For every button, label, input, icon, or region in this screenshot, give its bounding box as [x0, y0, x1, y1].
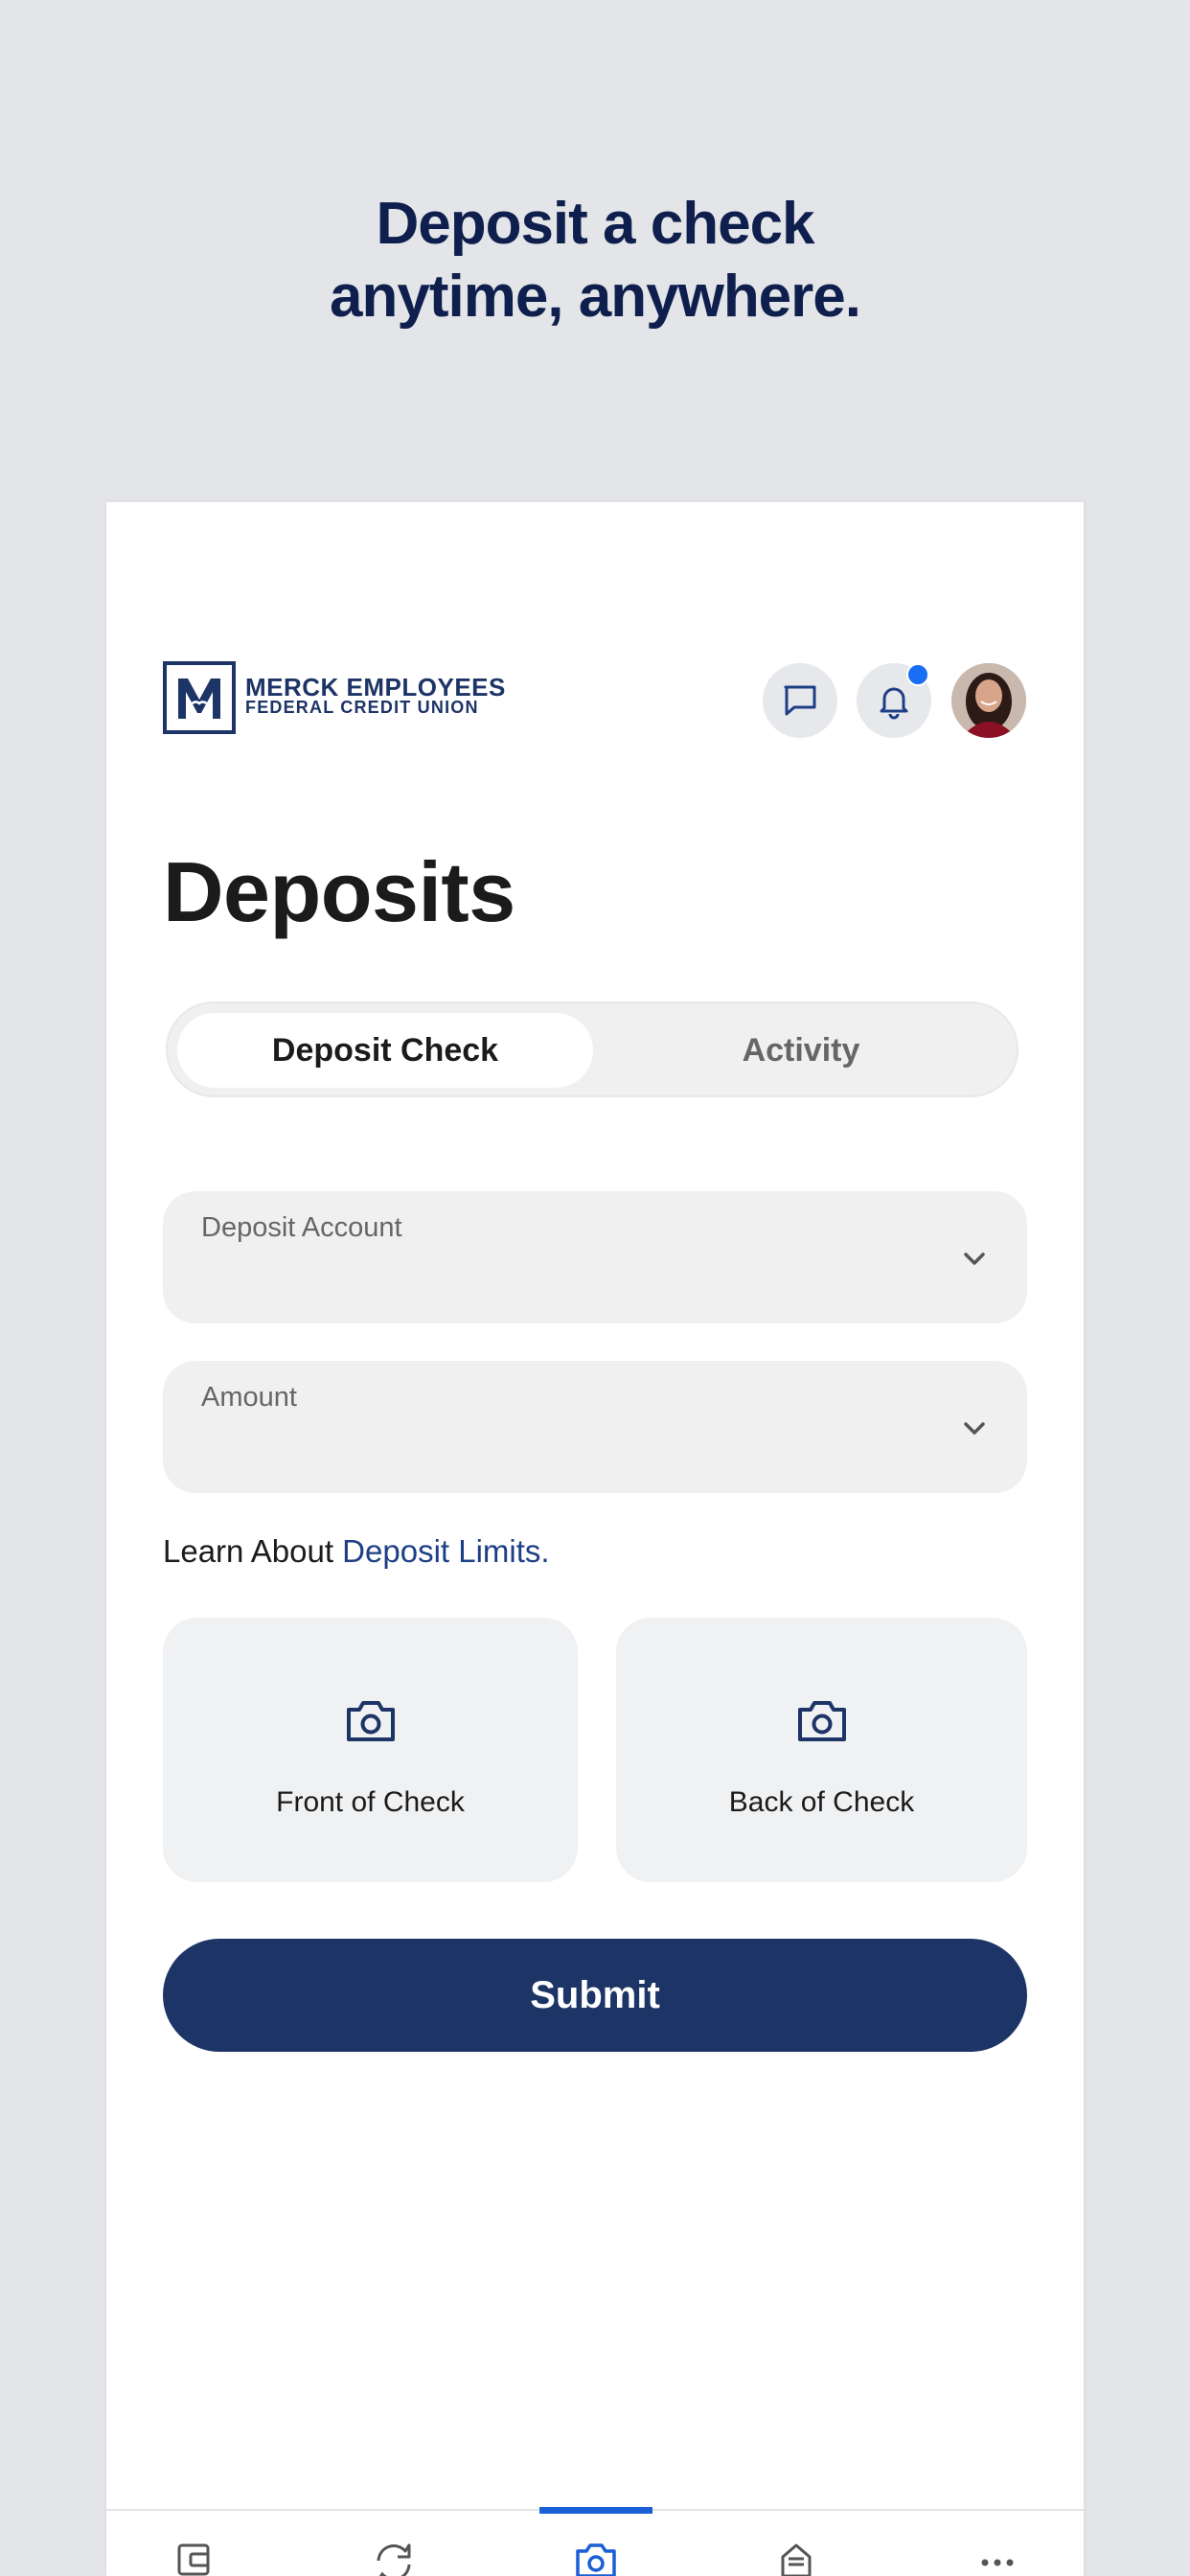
- promo-line-2: anytime, anywhere.: [329, 264, 861, 330]
- tab-deposit-check[interactable]: Deposit Check: [177, 1013, 593, 1088]
- nav-deposits[interactable]: [567, 2538, 625, 2576]
- logo-line-2: FEDERAL CREDIT UNION: [245, 698, 479, 717]
- bell-icon: [880, 687, 908, 720]
- app-screen: MERCK EMPLOYEES FEDERAL CREDIT UNION Dep…: [106, 502, 1084, 2576]
- promo-line-1: Deposit a check: [376, 191, 814, 257]
- front-of-check-button[interactable]: Front of Check: [163, 1618, 578, 1882]
- avatar[interactable]: [951, 663, 1026, 738]
- bottom-nav: [106, 2507, 1084, 2576]
- back-of-check-button[interactable]: Back of Check: [616, 1618, 1027, 1882]
- amount-label: Amount: [201, 1382, 297, 1413]
- deposit-limits-link[interactable]: Deposit Limits.: [342, 1533, 549, 1569]
- notifications-button[interactable]: [857, 663, 931, 738]
- brand-logo: MERCK EMPLOYEES FEDERAL CREDIT UNION: [163, 661, 506, 734]
- chevron-down-icon: [964, 1422, 985, 1435]
- nav-accounts[interactable]: [166, 2538, 223, 2576]
- segmented-control: Deposit Check Activity: [166, 1001, 1018, 1097]
- chat-icon: [784, 685, 816, 716]
- more-icon: [981, 2559, 1014, 2566]
- promo-headline: Deposit a check anytime, anywhere.: [0, 188, 1190, 334]
- tab-activity[interactable]: Activity: [593, 1013, 1009, 1088]
- messages-button[interactable]: [763, 663, 837, 738]
- nav-more[interactable]: [969, 2538, 1026, 2576]
- wallet-icon: [177, 2543, 210, 2576]
- camera-icon: [797, 1701, 846, 1741]
- front-of-check-label: Front of Check: [276, 1786, 465, 1818]
- deposit-account-select[interactable]: Deposit Account: [163, 1191, 1027, 1323]
- deposit-account-label: Deposit Account: [201, 1212, 402, 1243]
- nav-transfers[interactable]: [365, 2538, 423, 2576]
- logo-line-1: MERCK EMPLOYEES: [245, 673, 506, 702]
- camera-icon: [346, 1701, 395, 1741]
- submit-button[interactable]: Submit: [163, 1939, 1027, 2052]
- page-title: Deposits: [163, 844, 515, 939]
- chevron-down-icon: [964, 1253, 985, 1265]
- learn-prefix: Learn About: [163, 1533, 333, 1569]
- transfer-icon: [377, 2543, 411, 2576]
- active-tab-indicator: [539, 2507, 652, 2514]
- nav-bills[interactable]: [767, 2538, 825, 2576]
- notification-badge: [906, 663, 929, 686]
- bill-icon: [781, 2543, 812, 2576]
- logo-mark-icon: [163, 661, 236, 734]
- camera-icon: [576, 2543, 616, 2576]
- learn-about-text: Learn About Deposit Limits.: [163, 1533, 550, 1570]
- back-of-check-label: Back of Check: [728, 1786, 915, 1818]
- amount-field[interactable]: Amount: [163, 1361, 1027, 1493]
